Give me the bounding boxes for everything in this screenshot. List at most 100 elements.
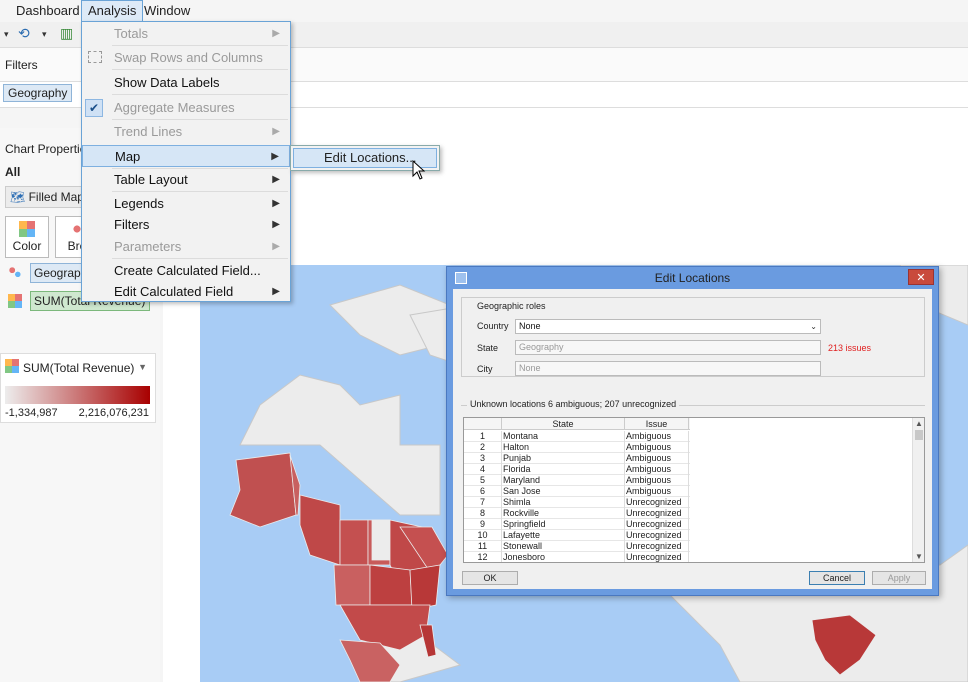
row-issue[interactable]: Unrecognized xyxy=(625,530,689,541)
menu-item-filters-label: Filters xyxy=(114,217,150,232)
submenu-arrow-icon: ▶ xyxy=(272,126,280,137)
dropdown-arrow-icon[interactable]: ▾ xyxy=(4,29,9,40)
table-row[interactable]: 4 Florida Ambiguous xyxy=(464,464,690,475)
table-row[interactable]: 8 Rockville Unrecognized xyxy=(464,508,690,519)
menu-item-swap[interactable]: Swap Rows and Columns xyxy=(82,47,290,69)
color-card[interactable]: Color xyxy=(5,216,49,258)
scroll-down-icon[interactable]: ▼ xyxy=(915,552,923,561)
table-header: State Issue xyxy=(464,418,690,430)
submenu-arrow-icon: ▶ xyxy=(272,241,280,252)
menu-item-swap-label: Swap Rows and Columns xyxy=(114,50,263,65)
row-number: 2 xyxy=(464,442,502,453)
menu-item-trend-lines[interactable]: Trend Lines ▶ xyxy=(82,121,290,143)
chevron-down-icon: ⌄ xyxy=(810,322,817,331)
refresh-icon[interactable]: ⟲ xyxy=(18,25,30,42)
swap-icon xyxy=(88,51,102,63)
row-issue[interactable]: Ambiguous xyxy=(625,453,689,464)
menu-item-parameters-label: Parameters xyxy=(114,239,182,254)
region-us-central xyxy=(369,564,413,606)
legend-color-icon xyxy=(5,359,19,373)
row-number: 8 xyxy=(464,508,502,519)
scroll-thumb[interactable] xyxy=(915,430,923,440)
ok-button[interactable]: OK xyxy=(462,571,518,585)
row-issue[interactable]: Unrecognized xyxy=(625,497,689,508)
close-button[interactable]: ✕ xyxy=(908,269,934,285)
issue-column-header[interactable]: Issue xyxy=(625,418,689,430)
table-row[interactable]: 7 Shimla Unrecognized xyxy=(464,497,690,508)
row-issue[interactable]: Unrecognized xyxy=(625,552,689,562)
row-issue[interactable]: Ambiguous xyxy=(625,442,689,453)
color-card-label: Color xyxy=(12,239,42,253)
legend-max-value: 2,216,076,231 xyxy=(78,407,149,419)
menu-window[interactable]: Window xyxy=(138,0,196,22)
legend-menu-icon[interactable]: ▼ xyxy=(138,362,147,372)
row-issue[interactable]: Ambiguous xyxy=(625,475,689,486)
row-state: San Jose xyxy=(502,486,625,497)
state-field: Geography xyxy=(515,340,821,355)
row-state: Shimla xyxy=(502,497,625,508)
table-scrollbar[interactable]: ▲ ▼ xyxy=(912,418,924,562)
menu-item-filters[interactable]: Filters ▶ xyxy=(82,214,290,236)
menu-item-show-data-labels[interactable]: Show Data Labels xyxy=(82,72,290,94)
state-column-header[interactable]: State xyxy=(502,418,625,430)
table-row[interactable]: 11 Stonewall Unrecognized xyxy=(464,541,690,552)
row-issue[interactable]: Ambiguous xyxy=(625,486,689,497)
submenu-arrow-icon: ▶ xyxy=(272,219,280,230)
menu-analysis[interactable]: Analysis xyxy=(81,0,144,22)
menu-item-table-layout[interactable]: Table Layout ▶ xyxy=(82,169,290,191)
row-number: 5 xyxy=(464,475,502,486)
menu-item-edit-calculated-field[interactable]: Edit Calculated Field ▶ xyxy=(82,281,290,303)
menu-item-aggregate[interactable]: ✔ Aggregate Measures xyxy=(82,97,290,119)
menu-item-legends[interactable]: Legends ▶ xyxy=(82,193,290,215)
issues-link[interactable]: 213 issues xyxy=(828,343,871,353)
all-marks-label: All xyxy=(5,165,21,179)
apply-button[interactable]: Apply xyxy=(872,571,926,585)
country-select[interactable]: None ⌄ xyxy=(515,319,821,334)
table-row[interactable]: 3 Punjab Ambiguous xyxy=(464,453,690,464)
checkmark-icon: ✔ xyxy=(85,99,103,117)
unknown-locations-table[interactable]: State Issue 1 Montana Ambiguous 2 Halton Ambi… xyxy=(463,417,925,563)
cancel-button[interactable]: Cancel xyxy=(809,571,865,585)
row-state: Punjab xyxy=(502,453,625,464)
menu-separator xyxy=(112,258,288,259)
table-row[interactable]: 9 Springfield Unrecognized xyxy=(464,519,690,530)
row-issue[interactable]: Ambiguous xyxy=(625,464,689,475)
table-row[interactable]: 6 San Jose Ambiguous xyxy=(464,486,690,497)
menu-separator xyxy=(112,94,288,95)
menu-item-parameters[interactable]: Parameters ▶ xyxy=(82,236,290,258)
menu-item-map[interactable]: Map ▶ xyxy=(82,145,290,167)
geography-filter-pill[interactable]: Geography xyxy=(3,84,73,102)
row-issue[interactable]: Unrecognized xyxy=(625,541,689,552)
table-row[interactable]: 12 Jonesboro Unrecognized xyxy=(464,552,690,562)
refresh-dropdown-icon[interactable]: ▾ xyxy=(42,29,47,40)
dialog-title: Edit Locations xyxy=(654,271,731,285)
dialog-body: Geographic roles Country None ⌄ State Ge… xyxy=(453,289,932,589)
row-issue[interactable]: Ambiguous xyxy=(625,431,689,442)
menu-item-map-label: Map xyxy=(115,149,141,164)
table-row[interactable]: 5 Maryland Ambiguous xyxy=(464,475,690,486)
geographic-roles-group: Geographic roles Country None ⌄ State Ge… xyxy=(461,297,925,377)
row-state: Florida xyxy=(502,464,625,475)
menu-dashboard[interactable]: Dashboard xyxy=(10,0,86,22)
row-state: Lafayette xyxy=(502,530,625,541)
scroll-up-icon[interactable]: ▲ xyxy=(915,419,923,428)
row-issue[interactable]: Unrecognized xyxy=(625,508,689,519)
city-field: None xyxy=(515,361,821,376)
country-value: None xyxy=(519,321,541,331)
row-number-header xyxy=(464,418,502,430)
region-alberta xyxy=(339,519,369,566)
detail-icon xyxy=(8,266,22,280)
table-row[interactable]: 2 Halton Ambiguous xyxy=(464,442,690,453)
menu-item-legends-label: Legends xyxy=(114,196,164,211)
row-issue[interactable]: Unrecognized xyxy=(625,519,689,530)
table-row[interactable]: 10 Lafayette Unrecognized xyxy=(464,530,690,541)
submenu-arrow-icon: ▶ xyxy=(272,286,280,297)
region-bc xyxy=(299,494,341,566)
row-number: 12 xyxy=(464,552,502,562)
menu-item-totals[interactable]: Totals ▶ xyxy=(82,23,290,45)
chart-add-icon[interactable]: ▥ xyxy=(60,25,73,42)
row-state: Montana xyxy=(502,431,625,442)
table-row[interactable]: 1 Montana Ambiguous xyxy=(464,431,690,442)
menu-item-show-data-labels-label: Show Data Labels xyxy=(114,75,220,90)
menu-item-create-calculated-field[interactable]: Create Calculated Field... xyxy=(82,260,290,282)
